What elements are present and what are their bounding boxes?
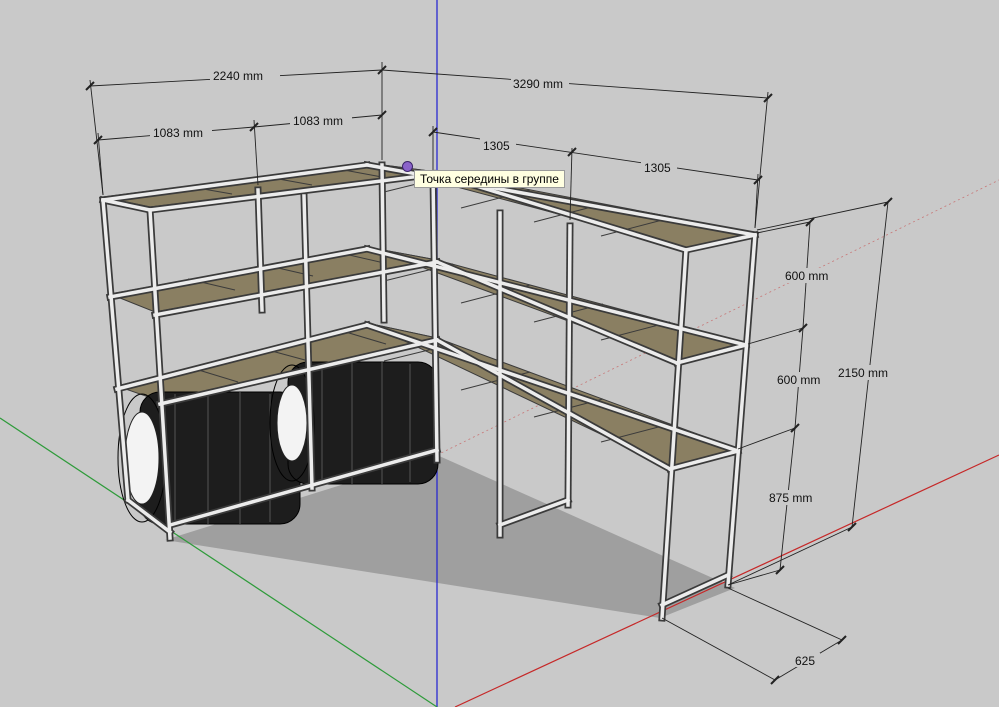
dimension-height-total: 2150 mm [838,366,888,380]
dimension-left-total: 2240 mm [213,69,263,83]
dimension-height-top: 600 mm [785,269,828,283]
model-canvas[interactable]: 2240 mm 1083 mm 1083 mm 3290 mm 1305 130… [0,0,999,707]
dimension-right-half-a: 1305 [483,139,510,153]
dimension-left-half-b: 1083 mm [293,114,343,128]
red-axis-dotted [436,179,999,456]
dimension-depth: 625 [795,654,815,668]
dimension-right-total: 3290 mm [513,77,563,91]
dimension-height-bottom: 875 mm [769,491,812,505]
sketchup-viewport[interactable]: 2240 mm 1083 mm 1083 mm 3290 mm 1305 130… [0,0,999,707]
tire-rim-right [276,384,308,462]
dimension-height-mid: 600 mm [777,373,820,387]
dimension-right-half-b: 1305 [644,161,671,175]
midpoint-snap-icon [402,161,413,172]
snap-tooltip: Точка середины в группе [414,170,565,188]
dimension-left-half-a: 1083 mm [153,126,203,140]
